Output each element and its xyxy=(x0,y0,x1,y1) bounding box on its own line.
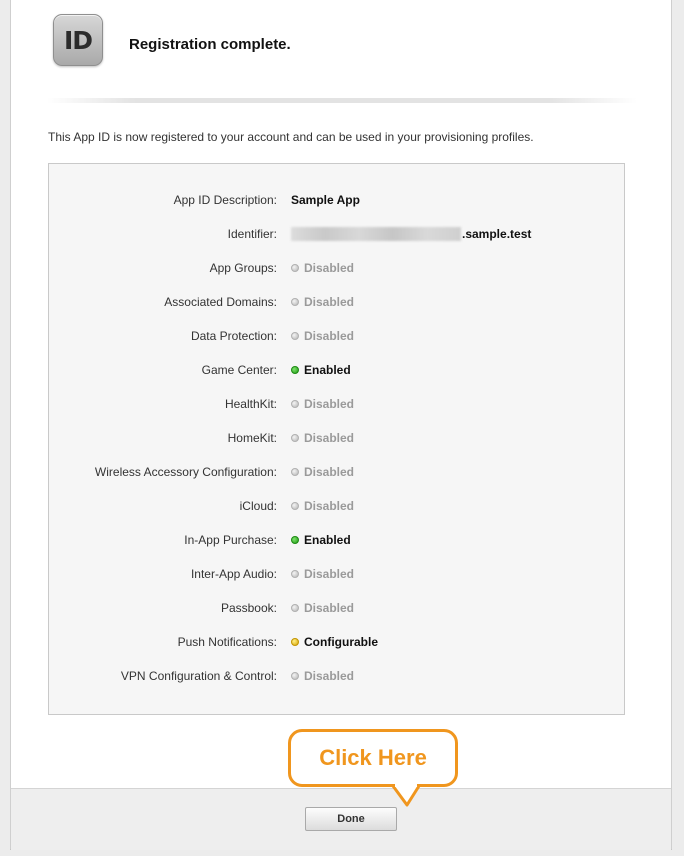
service-label: Inter-App Audio: xyxy=(190,567,277,581)
click-here-callout: Click Here xyxy=(288,729,458,787)
service-row: iCloud: Disabled xyxy=(49,489,624,523)
detail-value: .sample.test xyxy=(291,217,531,251)
callout-tail xyxy=(391,783,421,807)
status-dot-icon xyxy=(291,536,299,544)
detail-row-identifier: Identifier: .sample.test xyxy=(49,217,624,251)
service-status: Disabled xyxy=(291,319,354,353)
service-status: Enabled xyxy=(291,523,351,557)
header-divider xyxy=(47,98,637,103)
service-label: Game Center: xyxy=(201,363,277,377)
service-status: Enabled xyxy=(291,353,351,387)
service-row: Push Notifications: Configurable xyxy=(49,625,624,659)
status-dot-icon xyxy=(291,434,299,442)
status-dot-icon xyxy=(291,468,299,476)
service-label: Data Protection: xyxy=(190,329,277,343)
status-dot-icon xyxy=(291,264,299,272)
service-label: Passbook: xyxy=(220,601,277,615)
detail-value: Sample App xyxy=(291,193,360,207)
service-status: Disabled xyxy=(291,455,354,489)
detail-label: App ID Description: xyxy=(173,193,277,207)
service-row: App Groups: Disabled xyxy=(49,251,624,285)
service-row: HealthKit: Disabled xyxy=(49,387,624,421)
done-button[interactable]: Done xyxy=(305,807,397,831)
app-id-icon: ID xyxy=(53,14,103,66)
service-row: In-App Purchase: Enabled xyxy=(49,523,624,557)
service-status: Disabled xyxy=(291,251,354,285)
service-status: Disabled xyxy=(291,285,354,319)
service-status: Configurable xyxy=(291,625,378,659)
status-dot-icon xyxy=(291,672,299,680)
service-status: Disabled xyxy=(291,557,354,591)
status-dot-icon xyxy=(291,400,299,408)
service-row: Associated Domains: Disabled xyxy=(49,285,624,319)
status-dot-icon xyxy=(291,638,299,646)
service-label: VPN Configuration & Control: xyxy=(120,669,277,683)
service-label: HomeKit: xyxy=(227,431,277,445)
status-dot-icon xyxy=(291,332,299,340)
service-status: Disabled xyxy=(291,421,354,455)
service-label: Push Notifications: xyxy=(177,635,277,649)
app-id-details: App ID Description: Sample App Identifie… xyxy=(48,163,625,715)
service-status: Disabled xyxy=(291,387,354,421)
service-status: Disabled xyxy=(291,489,354,523)
service-row: Game Center: Enabled xyxy=(49,353,624,387)
service-status: Disabled xyxy=(291,591,354,625)
page-title: Registration complete. xyxy=(129,36,291,53)
service-row: Inter-App Audio: Disabled xyxy=(49,557,624,591)
status-dot-icon xyxy=(291,570,299,578)
status-dot-icon xyxy=(291,502,299,510)
service-row: Passbook: Disabled xyxy=(49,591,624,625)
intro-text: This App ID is now registered to your ac… xyxy=(48,130,534,144)
status-dot-icon xyxy=(291,366,299,374)
service-label: iCloud: xyxy=(239,499,277,513)
service-label: In-App Purchase: xyxy=(184,533,277,547)
service-label: Associated Domains: xyxy=(164,295,277,309)
detail-label: Identifier: xyxy=(227,227,277,241)
status-dot-icon xyxy=(291,298,299,306)
service-row: Wireless Accessory Configuration: Disable… xyxy=(49,455,624,489)
service-row: Data Protection: Disabled xyxy=(49,319,624,353)
status-dot-icon xyxy=(291,604,299,612)
service-row: VPN Configuration & Control: Disabled xyxy=(49,659,624,693)
service-status: Disabled xyxy=(291,659,354,693)
service-row: HomeKit: Disabled xyxy=(49,421,624,455)
service-label: HealthKit: xyxy=(224,397,277,411)
service-label: Wireless Accessory Configuration: xyxy=(94,465,277,479)
registration-panel: ID Registration complete. This App ID is… xyxy=(10,0,672,850)
service-label: App Groups: xyxy=(209,261,277,275)
redacted-prefix xyxy=(291,227,461,241)
detail-row-description: App ID Description: Sample App xyxy=(49,183,624,217)
